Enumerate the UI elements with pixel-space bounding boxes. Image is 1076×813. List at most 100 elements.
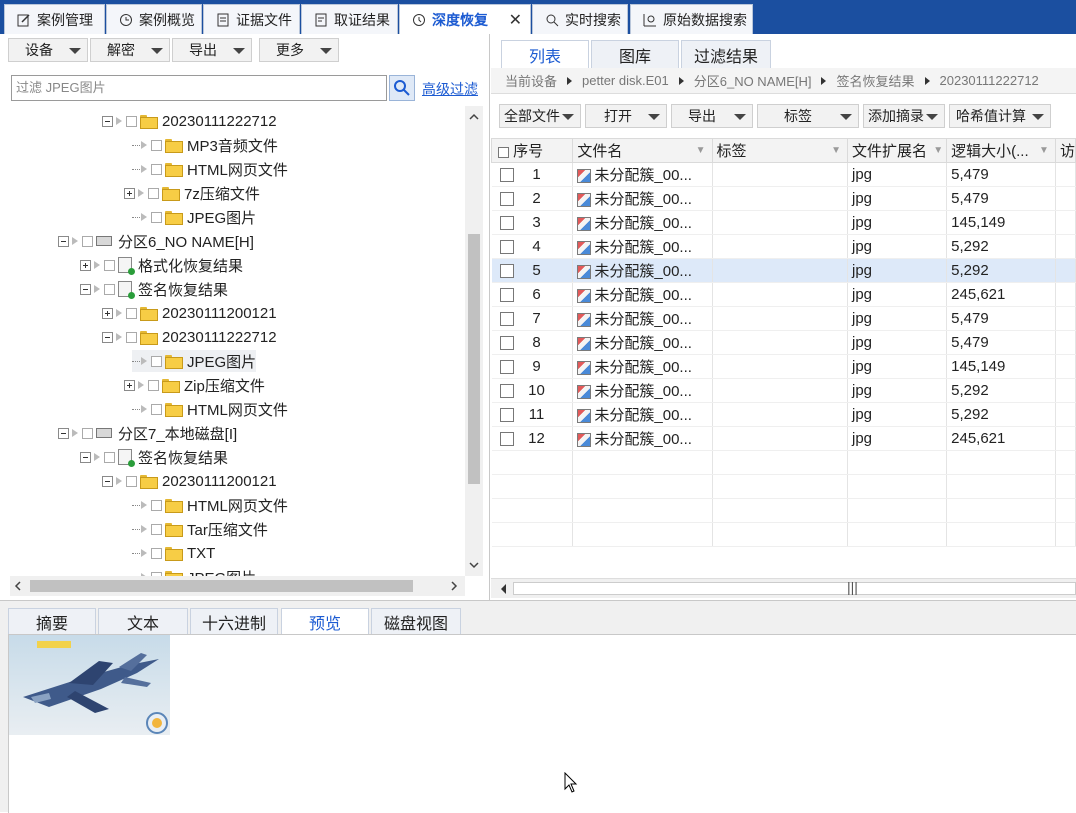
tree-horizontal-scrollbar[interactable]: [10, 576, 465, 596]
tab-deep-recovery[interactable]: 深度恢复 ✕: [399, 4, 531, 34]
filename-cell[interactable]: 未分配簇_00...: [572, 330, 713, 355]
open-dropdown[interactable]: 打开: [585, 104, 667, 128]
filter-icon[interactable]: ▼: [1039, 145, 1049, 156]
export-dropdown[interactable]: 导出: [172, 38, 252, 62]
tree-node[interactable]: 20230111222712: [102, 110, 277, 132]
node-checkbox[interactable]: [151, 211, 162, 223]
scroll-left-icon[interactable]: [493, 579, 513, 599]
filename-cell[interactable]: 未分配簇_00...: [572, 186, 713, 211]
filename-cell[interactable]: 未分配簇_00...: [572, 354, 713, 379]
node-checkbox[interactable]: [151, 523, 162, 535]
column-more-header[interactable]: 访: [1054, 138, 1076, 163]
table-row[interactable]: 6 未分配簇_00... jpg 245,621: [491, 282, 1076, 307]
filename-cell[interactable]: 未分配簇_00...: [572, 234, 713, 259]
scroll-up-icon[interactable]: [465, 108, 483, 126]
tab-realtime-search[interactable]: 实时搜索: [532, 4, 628, 34]
row-checkbox[interactable]: [499, 312, 514, 327]
tab-evidence-files[interactable]: 证据文件: [203, 4, 300, 34]
node-checkbox[interactable]: [104, 451, 115, 463]
filename-cell[interactable]: 未分配簇_00...: [572, 402, 713, 427]
tab-summary[interactable]: 摘要: [8, 608, 96, 634]
search-button[interactable]: [389, 75, 415, 101]
node-checkbox[interactable]: [126, 115, 137, 127]
row-checkbox[interactable]: [499, 360, 514, 375]
more-dropdown[interactable]: 更多: [259, 38, 339, 62]
breadcrumb-item[interactable]: 签名恢复结果: [836, 71, 914, 90]
row-checkbox[interactable]: [499, 192, 514, 207]
collapse-icon[interactable]: [80, 283, 91, 295]
breadcrumb-item[interactable]: 分区6_NO NAME[H]: [694, 71, 812, 90]
expand-icon[interactable]: [124, 187, 135, 199]
collapse-icon[interactable]: [58, 427, 69, 439]
table-row[interactable]: 5 未分配簇_00... jpg 5,292: [491, 258, 1076, 283]
tree-node[interactable]: Tar压缩文件: [132, 518, 268, 540]
tag-dropdown[interactable]: 标签: [757, 104, 859, 128]
table-row[interactable]: 12 未分配簇_00... jpg 245,621: [491, 426, 1076, 451]
tree-node[interactable]: HTML网页文件: [132, 158, 288, 180]
column-filename-header[interactable]: 文件名 ▼: [572, 138, 713, 163]
node-checkbox[interactable]: [151, 139, 162, 151]
filter-icon[interactable]: ▼: [933, 145, 943, 156]
row-select-cell[interactable]: 11: [491, 402, 574, 427]
tree-node[interactable]: HTML网页文件: [132, 398, 288, 420]
node-checkbox[interactable]: [82, 235, 93, 247]
tree-node[interactable]: JPEG图片: [132, 206, 256, 228]
tab-gallery[interactable]: 图库: [591, 40, 679, 68]
scroll-thumb[interactable]: [468, 234, 480, 484]
export-dropdown[interactable]: 导出: [671, 104, 753, 128]
filename-cell[interactable]: 未分配簇_00...: [572, 282, 713, 307]
node-checkbox[interactable]: [151, 499, 162, 511]
row-select-cell[interactable]: 1: [491, 162, 574, 187]
table-row[interactable]: 3 未分配簇_00... jpg 145,149: [491, 210, 1076, 235]
breadcrumb-item[interactable]: petter disk.E01: [582, 73, 669, 88]
node-checkbox[interactable]: [104, 283, 115, 295]
tab-forensic-results[interactable]: 取证结果: [301, 4, 398, 34]
tree-node[interactable]: 20230111200121: [102, 302, 277, 324]
node-checkbox[interactable]: [126, 307, 137, 319]
hash-dropdown[interactable]: 哈希值计算: [949, 104, 1051, 128]
tree-node[interactable]: 格式化恢复结果: [80, 254, 243, 276]
column-ext-header[interactable]: 文件扩展名 ▼: [846, 138, 948, 163]
node-checkbox[interactable]: [126, 475, 137, 487]
tab-list[interactable]: 列表: [501, 40, 589, 68]
add-digest-dropdown[interactable]: 添加摘录: [863, 104, 945, 128]
close-icon[interactable]: ✕: [509, 10, 522, 30]
row-select-cell[interactable]: 7: [491, 306, 574, 331]
row-checkbox[interactable]: [499, 168, 514, 183]
tab-preview[interactable]: 预览: [281, 608, 369, 634]
filename-cell[interactable]: 未分配簇_00...: [572, 210, 713, 235]
row-select-cell[interactable]: 6: [491, 282, 574, 307]
scroll-down-icon[interactable]: [465, 556, 483, 574]
select-all-checkbox[interactable]: [498, 146, 509, 158]
scroll-thumb[interactable]: [30, 580, 413, 592]
tree-node[interactable]: 7z压缩文件: [124, 182, 260, 204]
row-select-cell[interactable]: 10: [491, 378, 574, 403]
tree-node[interactable]: JPEG图片: [132, 566, 256, 576]
tree-node[interactable]: HTML网页文件: [132, 494, 288, 516]
row-select-cell[interactable]: 5: [491, 258, 574, 283]
table-row[interactable]: 10 未分配簇_00... jpg 5,292: [491, 378, 1076, 403]
breadcrumb-item[interactable]: 20230111222712: [940, 73, 1039, 88]
tree-node[interactable]: Zip压缩文件: [124, 374, 265, 396]
row-checkbox[interactable]: [499, 336, 514, 351]
expand-icon[interactable]: [124, 379, 135, 391]
expand-icon[interactable]: [102, 307, 113, 319]
device-dropdown[interactable]: 设备: [8, 38, 88, 62]
tab-case-overview[interactable]: 案例概览: [106, 4, 202, 34]
tab-hex[interactable]: 十六进制: [190, 608, 278, 634]
row-select-cell[interactable]: 4: [491, 234, 574, 259]
node-checkbox[interactable]: [104, 259, 115, 271]
table-row[interactable]: 2 未分配簇_00... jpg 5,479: [491, 186, 1076, 211]
row-checkbox[interactable]: [499, 216, 514, 231]
collapse-icon[interactable]: [102, 115, 113, 127]
node-checkbox[interactable]: [148, 379, 159, 391]
collapse-icon[interactable]: [80, 451, 91, 463]
scroll-right-icon[interactable]: [446, 576, 462, 596]
row-select-cell[interactable]: 8: [491, 330, 574, 355]
jet-thumbnail-image[interactable]: [9, 635, 170, 735]
filter-icon[interactable]: ▼: [831, 145, 841, 156]
tab-text[interactable]: 文本: [98, 608, 188, 634]
tab-case-management[interactable]: 案例管理: [4, 4, 105, 34]
filename-cell[interactable]: 未分配簇_00...: [572, 378, 713, 403]
node-checkbox[interactable]: [151, 163, 162, 175]
